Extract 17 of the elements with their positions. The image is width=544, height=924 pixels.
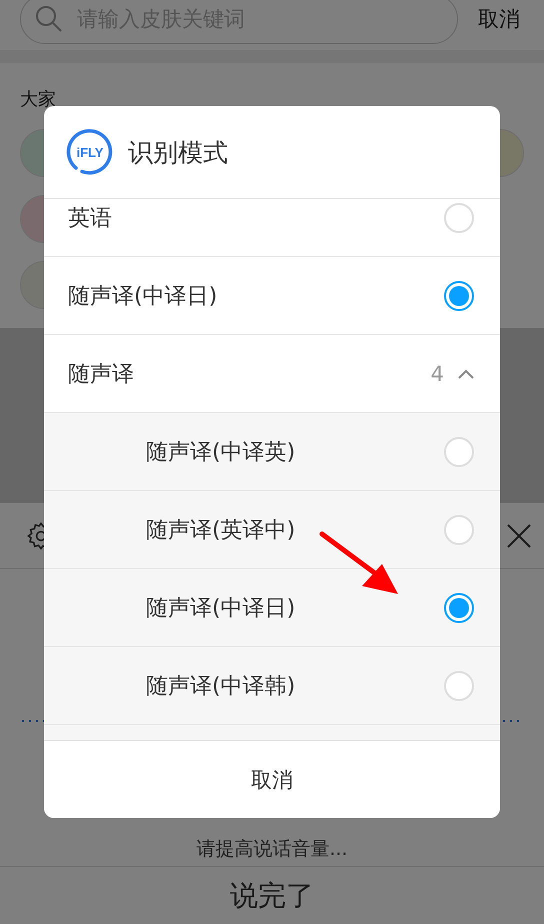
radio-button[interactable] bbox=[444, 592, 474, 622]
option-label: 随声译(中译日) bbox=[146, 594, 296, 622]
option-label: 随声译(中译韩) bbox=[146, 672, 296, 700]
cancel-link[interactable]: 取消 bbox=[478, 5, 520, 33]
radio-button[interactable] bbox=[444, 280, 474, 310]
option-label: 随声译(中译日) bbox=[68, 282, 218, 310]
app-logo: iFLY bbox=[66, 128, 114, 176]
close-icon[interactable] bbox=[506, 522, 532, 548]
option-label: 随声译(中译英) bbox=[146, 438, 296, 466]
search-icon bbox=[35, 5, 63, 33]
option-label: 英语 bbox=[68, 204, 112, 232]
option-label: 随声译 bbox=[68, 360, 134, 388]
hint-text: 请提高说话音量... bbox=[196, 837, 348, 862]
option-label: 随声译(英译中) bbox=[146, 516, 296, 544]
dialog-title: 识别模式 bbox=[128, 136, 228, 168]
section-title: 大家 bbox=[20, 88, 57, 111]
count-label: 4 bbox=[430, 362, 444, 386]
